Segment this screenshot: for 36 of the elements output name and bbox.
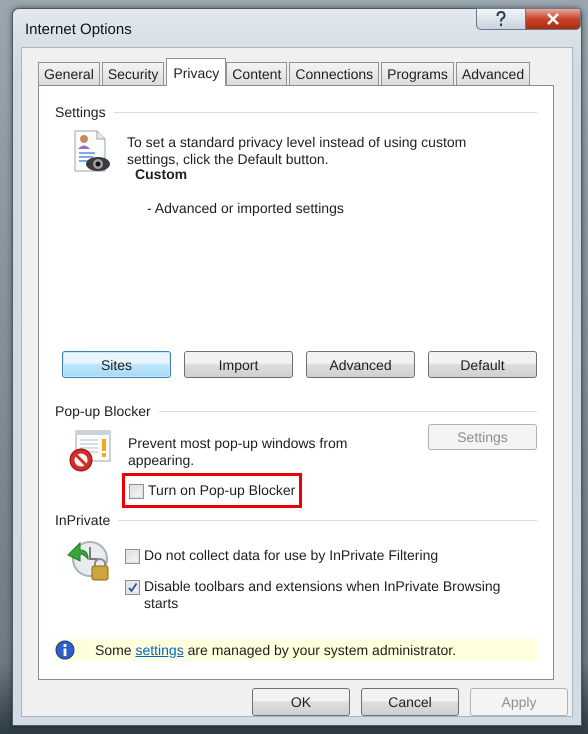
window-title: Internet Options — [25, 21, 132, 38]
dialog-button[interactable]: Cancel — [361, 688, 459, 716]
close-icon — [546, 13, 560, 25]
section-heading: Pop-up Blocker — [55, 403, 151, 419]
privacy-level-detail: - Advanced or imported settings — [147, 200, 345, 217]
checkbox[interactable] — [129, 484, 144, 499]
privacy-button[interactable]: Import — [184, 351, 293, 378]
settings-link[interactable]: settings — [135, 642, 184, 658]
help-icon — [495, 11, 507, 27]
section-heading: Settings — [55, 104, 106, 120]
privacy-description: To set a standard privacy level instead of using custom settings, click the Default button. — [127, 134, 468, 169]
info-message: Some settings are managed by your system administrator. — [95, 642, 456, 658]
sites-button[interactable]: Sites — [62, 351, 171, 378]
popup-blocked-icon — [68, 429, 112, 473]
checkbox-label: Disable toolbars and extensions when InPrivate Browsing starts — [144, 578, 502, 612]
tab[interactable]: Security — [102, 62, 164, 85]
privacy-button[interactable]: Default — [428, 351, 537, 378]
check-icon — [127, 582, 138, 593]
checkbox[interactable] — [125, 549, 140, 564]
section-heading: InPrivate — [55, 512, 110, 528]
tab[interactable]: Advanced — [456, 62, 530, 85]
popup-description: Prevent most pop-up windows from appearing. — [128, 435, 348, 470]
privacy-level: Custom — [135, 166, 188, 183]
tab[interactable]: Privacy — [166, 58, 226, 86]
info-icon — [55, 640, 75, 660]
privacy-button[interactable]: Advanced — [306, 351, 415, 378]
checkbox-label: Do not collect data for use by InPrivate Filtering — [144, 547, 438, 564]
tab[interactable]: Content — [226, 62, 288, 85]
tab[interactable]: Programs — [381, 62, 454, 85]
tab[interactable]: General — [38, 62, 100, 85]
close-button[interactable] — [526, 8, 581, 30]
checkbox-label: Turn on Pop-up Blocker — [148, 482, 296, 499]
help-button[interactable] — [476, 8, 526, 30]
dialog-button[interactable]: OK — [252, 688, 350, 716]
checkbox[interactable] — [125, 580, 140, 595]
tab[interactable]: Connections — [289, 62, 380, 85]
